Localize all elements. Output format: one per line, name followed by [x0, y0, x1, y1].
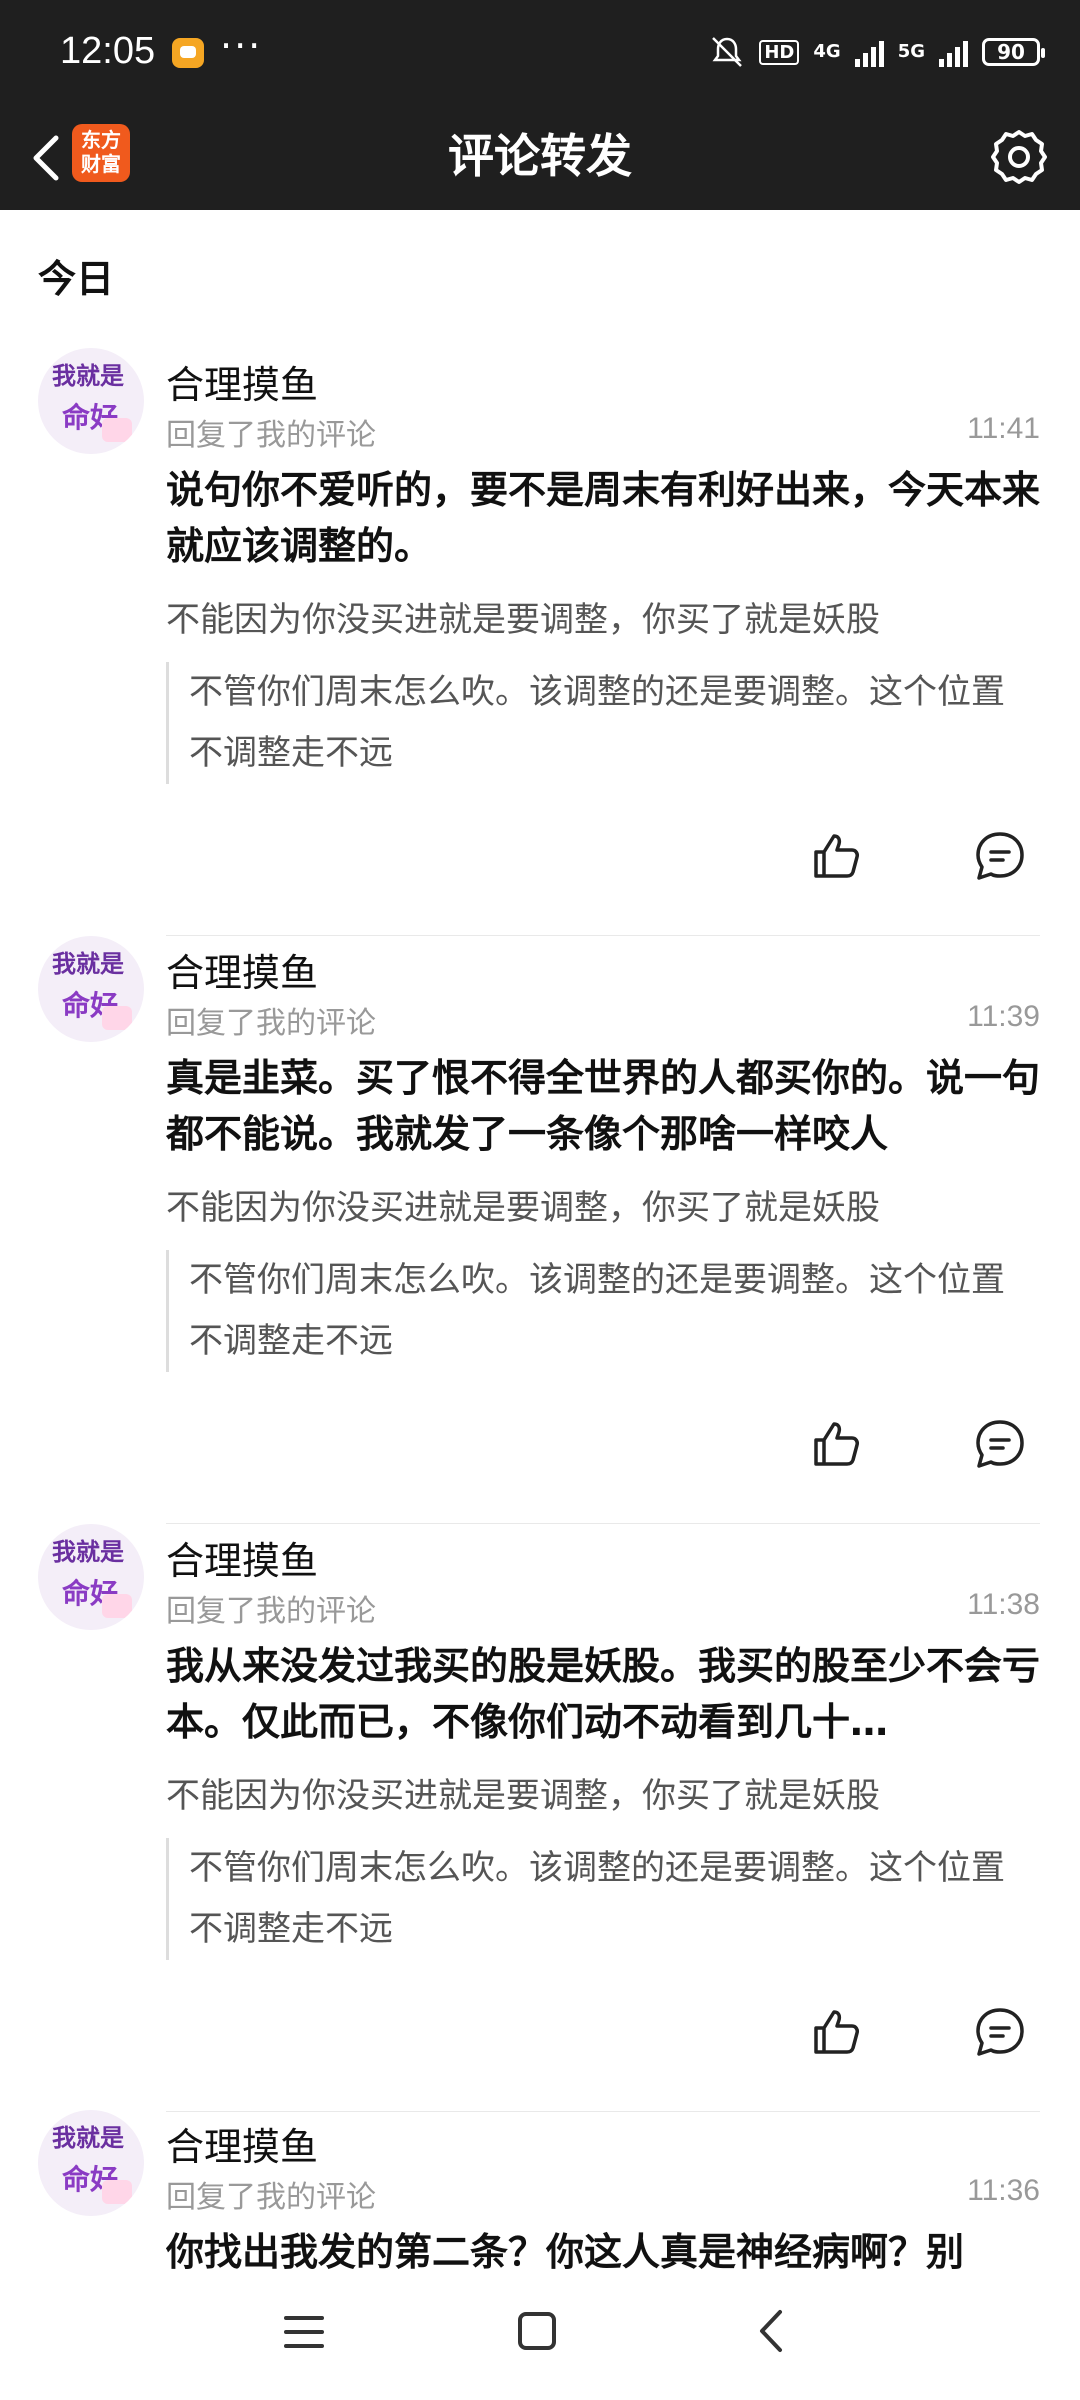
mute-bell-icon [712, 37, 743, 67]
my-comment-text[interactable]: 不能因为你没买进就是要调整，你买了就是妖股 [166, 1180, 880, 1229]
comment-time: 11:39 [967, 1000, 1040, 1033]
my-comment-text[interactable]: 不能因为你没买进就是要调整，你买了就是妖股 [166, 1768, 880, 1817]
avatar[interactable]: 我就是 命好 [38, 1524, 144, 1630]
avatar-text: 我就是 [52, 1538, 124, 1566]
avatar-text: 我就是 [52, 950, 124, 978]
comment-item[interactable]: 我就是 命好 合理摸鱼 回复了我的评论 11:36 你找出我发的第二条？你这人真… [0, 2110, 1080, 2282]
app-header: 东方 财富 评论转发 [0, 104, 1080, 210]
reply-bubble-icon[interactable] [972, 1416, 1028, 1472]
reply-label: 回复了我的评论 [166, 1006, 376, 1041]
like-thumb-icon[interactable] [808, 2004, 864, 2060]
avatar-text: 我就是 [52, 362, 124, 390]
reply-text[interactable]: 说句你不爱听的，要不是周末有利好出来，今天本来就应该调整的。 [166, 462, 1042, 574]
quoted-post[interactable]: 不管你们周末怎么吹。该调整的还是要调整。这个位置不调整走不远 [166, 1838, 1026, 1960]
reply-text[interactable]: 你找出我发的第二条？你这人真是神经病啊？别 [166, 2224, 1042, 2280]
back-nav-icon[interactable] [752, 2306, 792, 2356]
avatar-sticker [102, 2180, 132, 2204]
comment-item[interactable]: 我就是 命好 合理摸鱼 回复了我的评论 11:41 说句你不爱听的，要不是周末有… [0, 348, 1080, 936]
reply-bubble-icon[interactable] [972, 828, 1028, 884]
user-name[interactable]: 合理摸鱼 [166, 942, 318, 997]
comment-item[interactable]: 我就是 命好 合理摸鱼 回复了我的评论 11:38 我从来没发过我买的股是妖股。… [0, 1524, 1080, 2112]
settings-gear-icon[interactable] [984, 122, 1054, 192]
page-title: 评论转发 [448, 129, 632, 183]
reply-text[interactable]: 我从来没发过我买的股是妖股。我买的股至少不会亏本。仅此而已，不像你们动不动看到几… [166, 1638, 1042, 1750]
network-4g-label: 4G [813, 41, 841, 62]
status-bar: 12:05 ··· HD 4G 5G 90 [0, 0, 1080, 104]
reply-label: 回复了我的评论 [166, 2180, 376, 2215]
avatar-text: 我就是 [52, 2124, 124, 2152]
status-indicators: HD 4G 5G 90 [709, 30, 1045, 74]
avatar-sticker [102, 1594, 132, 1618]
like-thumb-icon[interactable] [808, 1416, 864, 1472]
user-name[interactable]: 合理摸鱼 [166, 354, 318, 409]
avatar-sticker [102, 418, 132, 442]
hd-badge: HD [759, 39, 800, 65]
reply-text[interactable]: 真是韭菜。买了恨不得全世界的人都买你的。说一句都不能说。我就发了一条像个那啥一样… [166, 1050, 1042, 1162]
avatar[interactable]: 我就是 命好 [38, 2110, 144, 2216]
more-notifications-icon: ··· [220, 24, 263, 68]
battery-level: 90 [997, 40, 1025, 64]
status-time: 12:05 [60, 30, 156, 72]
quoted-post[interactable]: 不管你们周末怎么吹。该调整的还是要调整。这个位置不调整走不远 [166, 1250, 1026, 1372]
comment-time: 11:41 [967, 412, 1040, 445]
user-name[interactable]: 合理摸鱼 [166, 2116, 318, 2171]
battery-icon: 90 [982, 38, 1045, 66]
avatar[interactable]: 我就是 命好 [38, 348, 144, 454]
section-title-today: 今日 [38, 257, 115, 301]
reply-bubble-icon[interactable] [972, 2004, 1028, 2060]
network-5g-label: 5G [897, 41, 925, 62]
comment-time: 11:36 [967, 2174, 1040, 2207]
quoted-post[interactable]: 不管你们周末怎么吹。该调整的还是要调整。这个位置不调整走不远 [166, 662, 1026, 784]
signal-4g-icon [854, 37, 884, 67]
message-app-icon [172, 38, 204, 68]
recent-apps-menu-icon[interactable] [282, 2312, 326, 2352]
avatar[interactable]: 我就是 命好 [38, 936, 144, 1042]
user-name[interactable]: 合理摸鱼 [166, 1530, 318, 1585]
comment-item[interactable]: 我就是 命好 合理摸鱼 回复了我的评论 11:39 真是韭菜。买了恨不得全世界的… [0, 936, 1080, 1524]
reply-label: 回复了我的评论 [166, 418, 376, 453]
comment-time: 11:38 [967, 1588, 1040, 1621]
signal-5g-icon [939, 37, 968, 67]
system-nav-bar [0, 2282, 1080, 2400]
my-comment-text[interactable]: 不能因为你没买进就是要调整，你买了就是妖股 [166, 592, 880, 641]
avatar-sticker [102, 1006, 132, 1030]
reply-label: 回复了我的评论 [166, 1594, 376, 1629]
like-thumb-icon[interactable] [808, 828, 864, 884]
home-square-icon[interactable] [516, 2310, 558, 2352]
